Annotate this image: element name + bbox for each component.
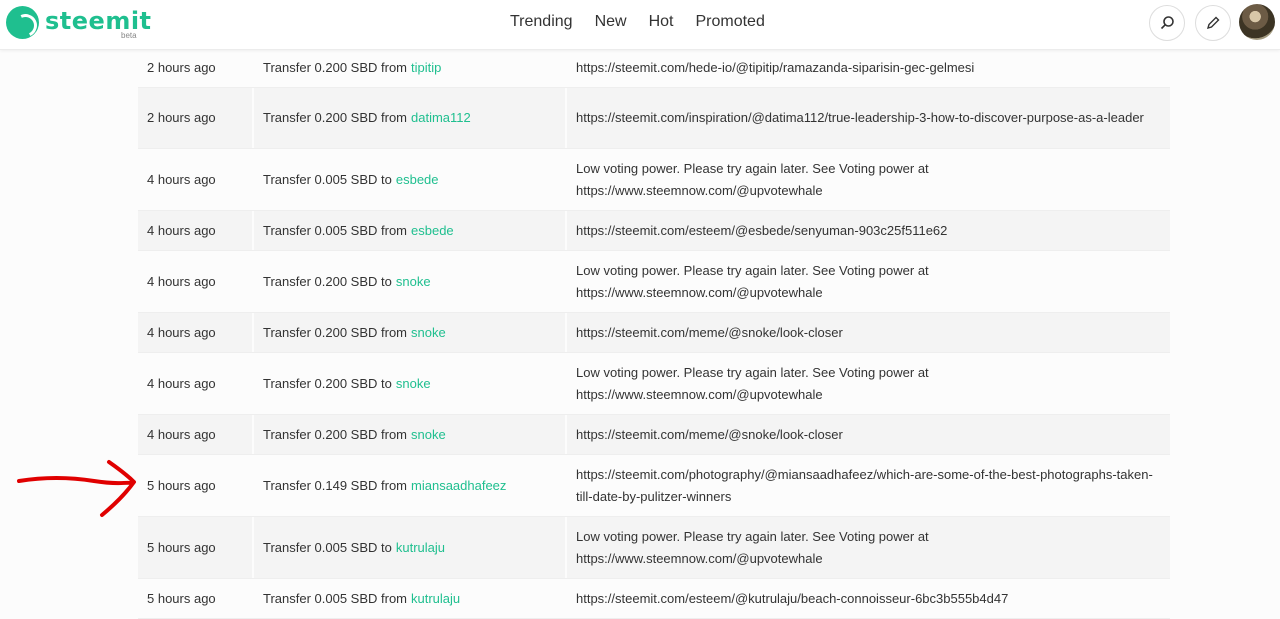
- row-time: 4 hours ago: [138, 353, 254, 414]
- row-memo: https://steemit.com/esteem/@kutrulaju/be…: [576, 590, 1009, 606]
- row-memo: https://steemit.com/hede-io/@tipitip/ram…: [576, 59, 975, 75]
- row-memo: https://steemit.com/meme/@snoke/look-clo…: [576, 324, 843, 340]
- user-link[interactable]: kutrulaju: [396, 537, 445, 559]
- transaction-text: Transfer 0.200 SBD to: [263, 375, 392, 391]
- table-row: 4 hours ago Transfer 0.200 SBD to snoke Low…: [138, 251, 1170, 313]
- row-memo: https://steemit.com/esteem/@esbede/senyu…: [576, 222, 948, 238]
- logo-beta-label: beta: [121, 31, 137, 40]
- main-nav: Trending New Hot Promoted: [510, 13, 765, 31]
- steemit-logo-icon: [6, 6, 39, 39]
- user-link[interactable]: snoke: [396, 373, 431, 395]
- transaction-text: Transfer 0.005 SBD to: [263, 539, 392, 555]
- submit-story-button[interactable]: [1195, 5, 1231, 41]
- user-link[interactable]: snoke: [396, 271, 431, 293]
- row-time: 2 hours ago: [138, 88, 254, 148]
- user-link[interactable]: datima112: [411, 107, 471, 129]
- row-transaction: Transfer 0.200 SBD from datima112: [254, 88, 567, 148]
- transaction-text: Transfer 0.005 SBD from: [263, 222, 408, 238]
- table-row: 5 hours ago Transfer 0.005 SBD from kutrul…: [138, 579, 1170, 619]
- row-time: 4 hours ago: [138, 149, 254, 210]
- row-memo: Low voting power. Please try again later…: [576, 262, 929, 300]
- transaction-text: Transfer 0.005 SBD from: [263, 590, 408, 606]
- table-row: 2 hours ago Transfer 0.200 SBD from datima…: [138, 88, 1170, 149]
- user-link[interactable]: miansaadhafeez: [411, 475, 506, 497]
- row-transaction: Transfer 0.200 SBD from snoke: [254, 313, 567, 352]
- transaction-text: Transfer 0.200 SBD from: [263, 426, 408, 442]
- row-time: 5 hours ago: [138, 579, 254, 618]
- row-transaction: Transfer 0.200 SBD to snoke: [254, 251, 567, 312]
- transaction-text: Transfer 0.005 SBD to: [263, 171, 392, 187]
- row-memo: https://steemit.com/meme/@snoke/look-clo…: [576, 426, 843, 442]
- transaction-text: Transfer 0.149 SBD from: [263, 477, 408, 493]
- row-time: 4 hours ago: [138, 211, 254, 250]
- top-header: steemit beta Trending New Hot Promoted: [0, 0, 1280, 50]
- row-memo: Low voting power. Please try again later…: [576, 528, 929, 566]
- user-link[interactable]: kutrulaju: [411, 588, 460, 610]
- transfer-history-table: 2 hours ago Transfer 0.200 SBD from tipiti…: [138, 48, 1170, 619]
- row-transaction: Transfer 0.200 SBD from tipitip: [254, 48, 567, 87]
- table-row: 5 hours ago Transfer 0.005 SBD to kutrulaj…: [138, 517, 1170, 579]
- nav-new[interactable]: New: [595, 13, 627, 31]
- user-link[interactable]: snoke: [411, 322, 446, 344]
- nav-promoted[interactable]: Promoted: [695, 13, 764, 31]
- user-link[interactable]: tipitip: [411, 57, 441, 79]
- user-link[interactable]: esbede: [396, 169, 439, 191]
- row-time: 5 hours ago: [138, 455, 254, 516]
- row-transaction: Transfer 0.005 SBD to kutrulaju: [254, 517, 567, 578]
- table-row: 4 hours ago Transfer 0.200 SBD from snoke h…: [138, 415, 1170, 455]
- transaction-text: Transfer 0.200 SBD from: [263, 59, 408, 75]
- row-transaction: Transfer 0.200 SBD from snoke: [254, 415, 567, 454]
- pencil-icon: [1206, 16, 1220, 30]
- table-row: 4 hours ago Transfer 0.200 SBD from snoke h…: [138, 313, 1170, 353]
- search-button[interactable]: [1149, 5, 1185, 41]
- user-link[interactable]: snoke: [411, 424, 446, 446]
- row-memo: Low voting power. Please try again later…: [576, 160, 929, 198]
- table-row: 4 hours ago Transfer 0.005 SBD to esbede Lo…: [138, 149, 1170, 211]
- row-transaction: Transfer 0.005 SBD from esbede: [254, 211, 567, 250]
- row-time: 5 hours ago: [138, 517, 254, 578]
- table-row: 4 hours ago Transfer 0.005 SBD from esbede…: [138, 211, 1170, 251]
- row-time: 4 hours ago: [138, 251, 254, 312]
- search-icon: [1160, 16, 1174, 30]
- table-row: 4 hours ago Transfer 0.200 SBD to snoke Low…: [138, 353, 1170, 415]
- transaction-text: Transfer 0.200 SBD from: [263, 110, 408, 125]
- row-transaction: Transfer 0.200 SBD to snoke: [254, 353, 567, 414]
- nav-trending[interactable]: Trending: [510, 13, 573, 31]
- row-memo: https://steemit.com/inspiration/@datima1…: [576, 110, 1144, 125]
- transaction-text: Transfer 0.200 SBD to: [263, 273, 392, 289]
- transaction-text: Transfer 0.200 SBD from: [263, 324, 408, 340]
- row-time: 4 hours ago: [138, 313, 254, 352]
- user-avatar[interactable]: [1239, 4, 1275, 40]
- table-row: 5 hours ago Transfer 0.149 SBD from miansa…: [138, 455, 1170, 517]
- red-arrow-annotation: [17, 460, 136, 517]
- row-transaction: Transfer 0.149 SBD from miansaadhafeez: [254, 455, 567, 516]
- row-time: 4 hours ago: [138, 415, 254, 454]
- row-transaction: Transfer 0.005 SBD to esbede: [254, 149, 567, 210]
- row-memo: Low voting power. Please try again later…: [576, 364, 929, 402]
- table-row: 2 hours ago Transfer 0.200 SBD from tipiti…: [138, 48, 1170, 88]
- nav-hot[interactable]: Hot: [649, 13, 674, 31]
- user-link[interactable]: esbede: [411, 220, 454, 242]
- row-time: 2 hours ago: [138, 48, 254, 87]
- row-memo: https://steemit.com/photography/@miansaa…: [576, 466, 1153, 504]
- row-transaction: Transfer 0.005 SBD from kutrulaju: [254, 579, 567, 618]
